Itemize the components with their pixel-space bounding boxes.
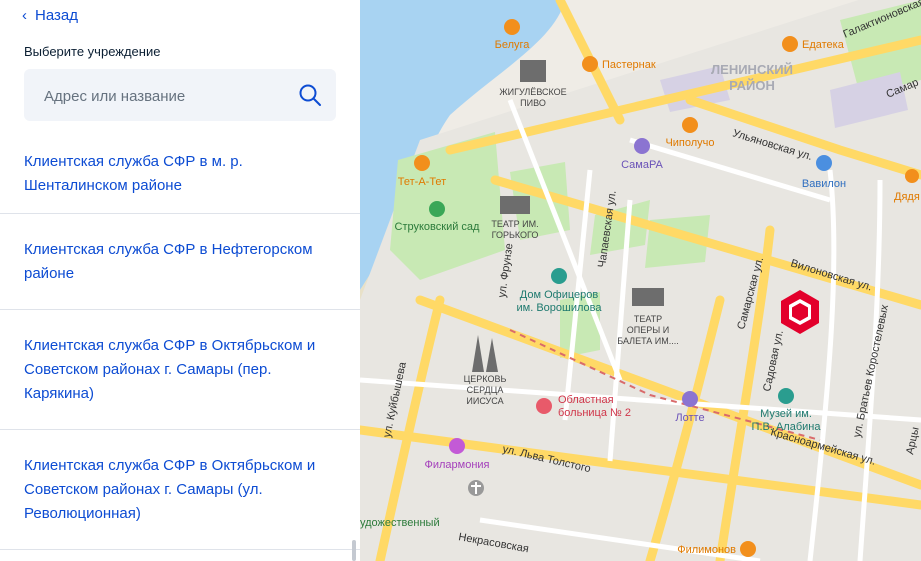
svg-text:Струковский сад: Струковский сад <box>395 221 481 233</box>
list-item[interactable]: Клиентская служба СФР в м. р. Шенталинск… <box>0 134 360 214</box>
svg-text:СЕРДЦА: СЕРДЦА <box>467 385 504 395</box>
svg-text:ПИВО: ПИВО <box>520 98 546 108</box>
restaurant-icon <box>504 19 520 35</box>
list-item[interactable]: Клиентская служба СФР в Октябрьском и Со… <box>0 430 360 550</box>
svg-text:им. Ворошилова: им. Ворошилова <box>517 302 603 314</box>
bed-icon <box>682 391 698 407</box>
brewery-building-icon <box>520 60 546 82</box>
list-item-label: Клиентская служба СФР в Нефтегорском рай… <box>24 240 313 282</box>
restaurant-icon <box>682 117 698 133</box>
back-link[interactable]: ‹ Назад <box>22 4 78 26</box>
music-note-icon <box>449 438 465 454</box>
restaurant-icon <box>582 56 598 72</box>
svg-text:Вавилон: Вавилон <box>802 178 846 190</box>
svg-text:ГОРЬКОГО: ГОРЬКОГО <box>492 230 539 240</box>
list-item[interactable]: Клиентская служба СФР в Октябрьском и Со… <box>0 310 360 430</box>
restaurant-icon <box>740 541 756 557</box>
svg-text:ЖИГУЛЁВСКОЕ: ЖИГУЛЁВСКОЕ <box>499 87 566 97</box>
landmark-icon <box>551 268 567 284</box>
district-label-line2: РАЙОН <box>729 78 775 93</box>
medical-cross-icon <box>536 398 552 414</box>
district-label-line1: ЛЕНИНСКИЙ <box>711 62 793 77</box>
svg-text:Дядя: Дядя <box>894 191 920 203</box>
poi-pasternak[interactable]: Пастернак <box>582 56 656 72</box>
poi-filimonov[interactable]: Филимонов <box>677 541 756 557</box>
search-icon[interactable] <box>298 83 322 107</box>
panel-heading: Выберите учреждение <box>24 44 161 59</box>
svg-text:ТЕАТР: ТЕАТР <box>634 314 662 324</box>
theatre-building-icon <box>500 196 530 214</box>
svg-text:БАЛЕТА ИМ....: БАЛЕТА ИМ.... <box>617 336 679 346</box>
search-input[interactable] <box>42 83 296 109</box>
svg-text:Тет-А-Тет: Тет-А-Тет <box>398 176 446 188</box>
search-box <box>24 69 336 121</box>
institution-panel: ‹ Назад Выберите учреждение Клиентская с… <box>0 0 360 561</box>
back-label: Назад <box>35 6 78 24</box>
bed-icon <box>634 138 650 154</box>
svg-text:Белуга: Белуга <box>495 39 531 51</box>
svg-text:ЦЕРКОВЬ: ЦЕРКОВЬ <box>464 374 507 384</box>
svg-text:Чиполучо: Чиполучо <box>665 137 714 149</box>
list-item-label: Клиентская служба СФР в м. р. Шенталинск… <box>24 152 243 194</box>
svg-text:Пастернак: Пастернак <box>602 59 656 71</box>
svg-text:ИИСУСА: ИИСУСА <box>466 396 503 406</box>
map-canvas[interactable]: ЛЕНИНСКИЙ РАЙОН Галактионовская ул. Сама… <box>360 0 921 561</box>
poi-cross[interactable] <box>468 480 484 496</box>
tree-icon <box>429 201 445 217</box>
svg-text:ТЕАТР ИМ.: ТЕАТР ИМ. <box>491 219 538 229</box>
chevron-left-icon: ‹ <box>22 6 27 24</box>
restaurant-icon <box>782 36 798 52</box>
poi-art-edge: удожественный <box>360 517 440 529</box>
poi-edateka[interactable]: Едатека <box>782 36 845 52</box>
svg-text:Лотте: Лотте <box>675 412 704 424</box>
list-item-label: Клиентская служба СФР в Октябрьском и Со… <box>24 456 316 522</box>
scrollbar[interactable] <box>352 540 356 561</box>
svg-text:ОПЕРЫ И: ОПЕРЫ И <box>627 325 669 335</box>
theatre-building-icon <box>632 288 664 306</box>
svg-text:Филимонов: Филимонов <box>677 544 736 556</box>
svg-text:больница № 2: больница № 2 <box>558 407 631 419</box>
svg-text:Дом Офицеров: Дом Офицеров <box>520 289 599 301</box>
museum-icon <box>778 388 794 404</box>
shopping-bag-icon <box>816 155 832 171</box>
restaurant-icon <box>414 155 430 171</box>
list-item[interactable]: Клиентская служба СФР в Нефтегорском рай… <box>0 214 360 310</box>
svg-text:СамаРА: СамаРА <box>621 159 663 171</box>
map-view[interactable]: ЛЕНИНСКИЙ РАЙОН Галактионовская ул. Сама… <box>360 0 921 561</box>
svg-text:Филармония: Филармония <box>424 459 489 471</box>
restaurant-icon <box>905 169 919 183</box>
svg-text:Областная: Областная <box>558 394 614 406</box>
svg-text:Едатека: Едатека <box>802 39 845 51</box>
list-item-label: Клиентская служба СФР в Октябрьском и Со… <box>24 336 316 402</box>
svg-text:П.В. Алабина: П.В. Алабина <box>752 421 822 433</box>
svg-text:Музей им.: Музей им. <box>760 408 812 420</box>
